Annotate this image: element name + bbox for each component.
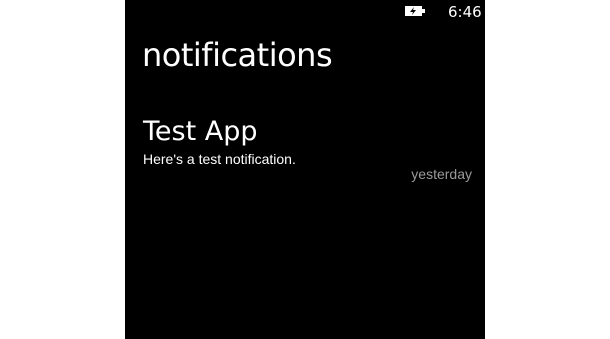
battery-charging-icon [405,6,425,16]
page-title: notifications [142,36,333,74]
phone-screen: 6:46 notifications Test App Here's a tes… [125,0,485,339]
status-clock: 6:46 [448,3,482,21]
notification-message: Here's a test notification. [143,151,296,167]
notification-app-name: Test App [143,116,258,147]
status-bar: 6:46 [125,0,485,26]
notification-timestamp: yesterday [411,166,472,182]
notification-item[interactable]: Test App Here's a test notification. yes… [143,112,473,192]
